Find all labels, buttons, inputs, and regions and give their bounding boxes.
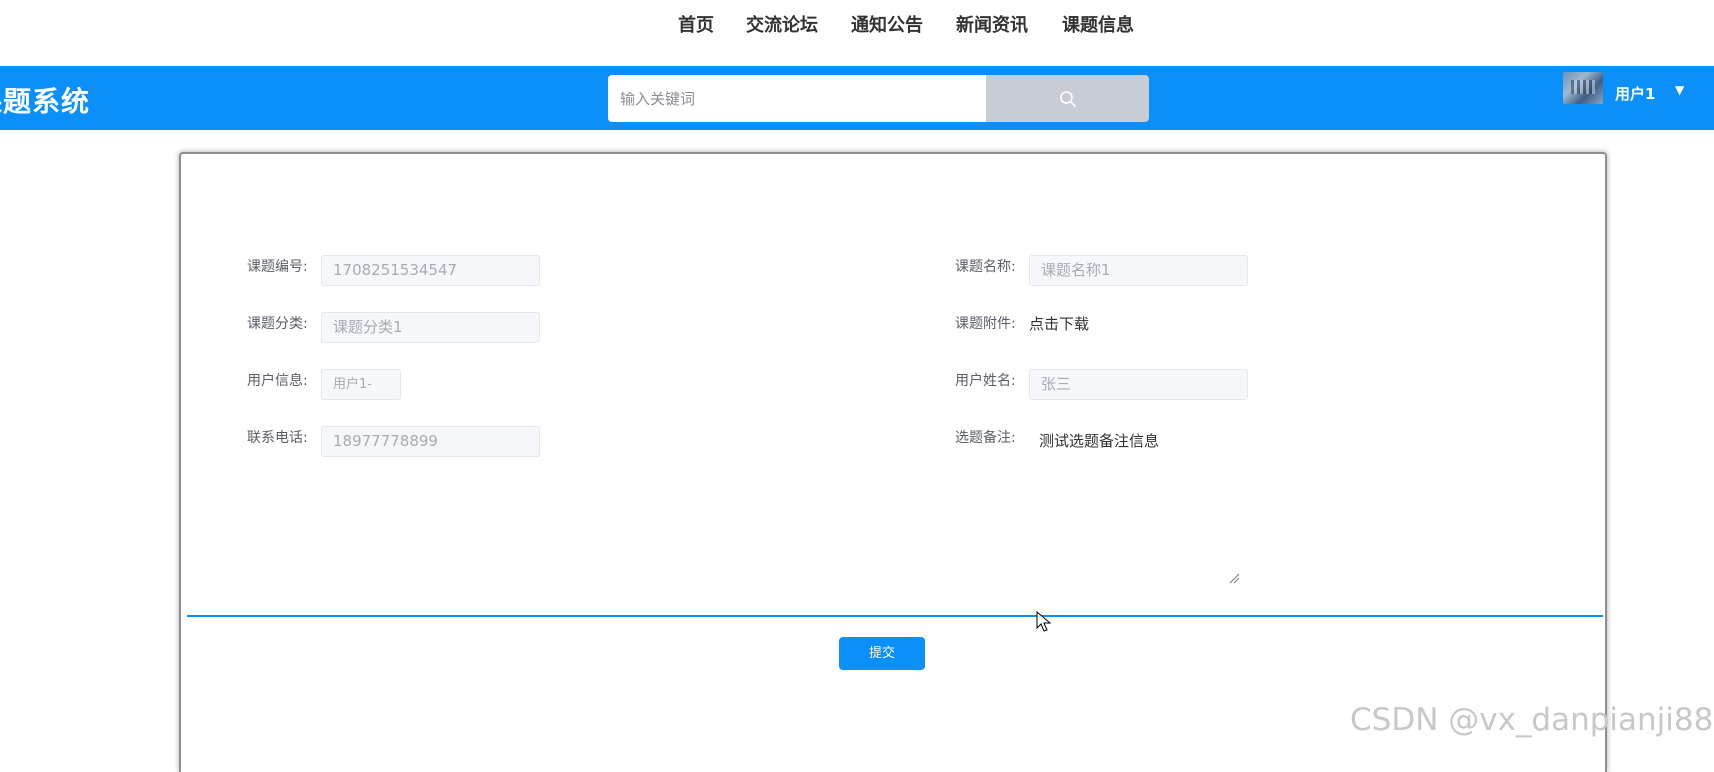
nav-item-topics[interactable]: 课题信息 [1062,11,1134,37]
phone-label: 联系电话: [247,430,308,446]
form-divider [187,615,1603,617]
topic-form-card: 课题编号: 1708251534547 课题分类: 课题分类1 用户信息: 用户… [179,152,1607,772]
search-icon [1060,91,1076,107]
username[interactable]: 用户1 [1615,83,1655,104]
search-button[interactable] [986,75,1149,122]
nav-item-home[interactable]: 首页 [678,11,714,37]
attachment-label: 课题附件: [955,316,1016,332]
user-info-label: 用户信息: [247,373,308,389]
chevron-down-icon[interactable]: ▼ [1675,83,1684,97]
remark-label: 选题备注: [955,430,1016,446]
remark-textarea[interactable]: 测试选题备注信息 [1023,416,1233,566]
topic-no-label: 课题编号: [247,259,308,275]
download-link[interactable]: 点击下载 [1029,313,1089,334]
search-input[interactable] [608,75,986,122]
topic-name-label: 课题名称: [955,259,1016,275]
topic-no-field[interactable]: 1708251534547 [321,255,540,286]
topic-name-field[interactable]: 课题名称1 [1029,255,1248,286]
user-name-field[interactable]: 张三 [1029,369,1248,400]
header-bar: 课题系统 用户1 ▼ [0,66,1714,130]
mouse-cursor-icon [1036,611,1052,632]
resize-handle-icon[interactable] [1228,572,1240,584]
submit-button[interactable]: 提交 [839,637,925,670]
phone-field[interactable]: 18977778899 [321,426,540,457]
nav-item-forum[interactable]: 交流论坛 [746,11,818,37]
top-nav: 首页 交流论坛 通知公告 新闻资讯 课题信息 [0,0,1714,46]
avatar[interactable] [1563,72,1603,104]
topic-category-field[interactable]: 课题分类1 [321,312,540,343]
user-name-label: 用户姓名: [955,373,1016,389]
nav-item-news[interactable]: 新闻资讯 [956,11,1028,37]
topic-category-label: 课题分类: [247,316,308,332]
user-info-field[interactable]: 用户1- [321,369,401,400]
site-title: 课题系统 [0,85,91,118]
nav-item-notice[interactable]: 通知公告 [851,11,923,37]
watermark: CSDN @vx_danpianji889 [1350,702,1714,738]
